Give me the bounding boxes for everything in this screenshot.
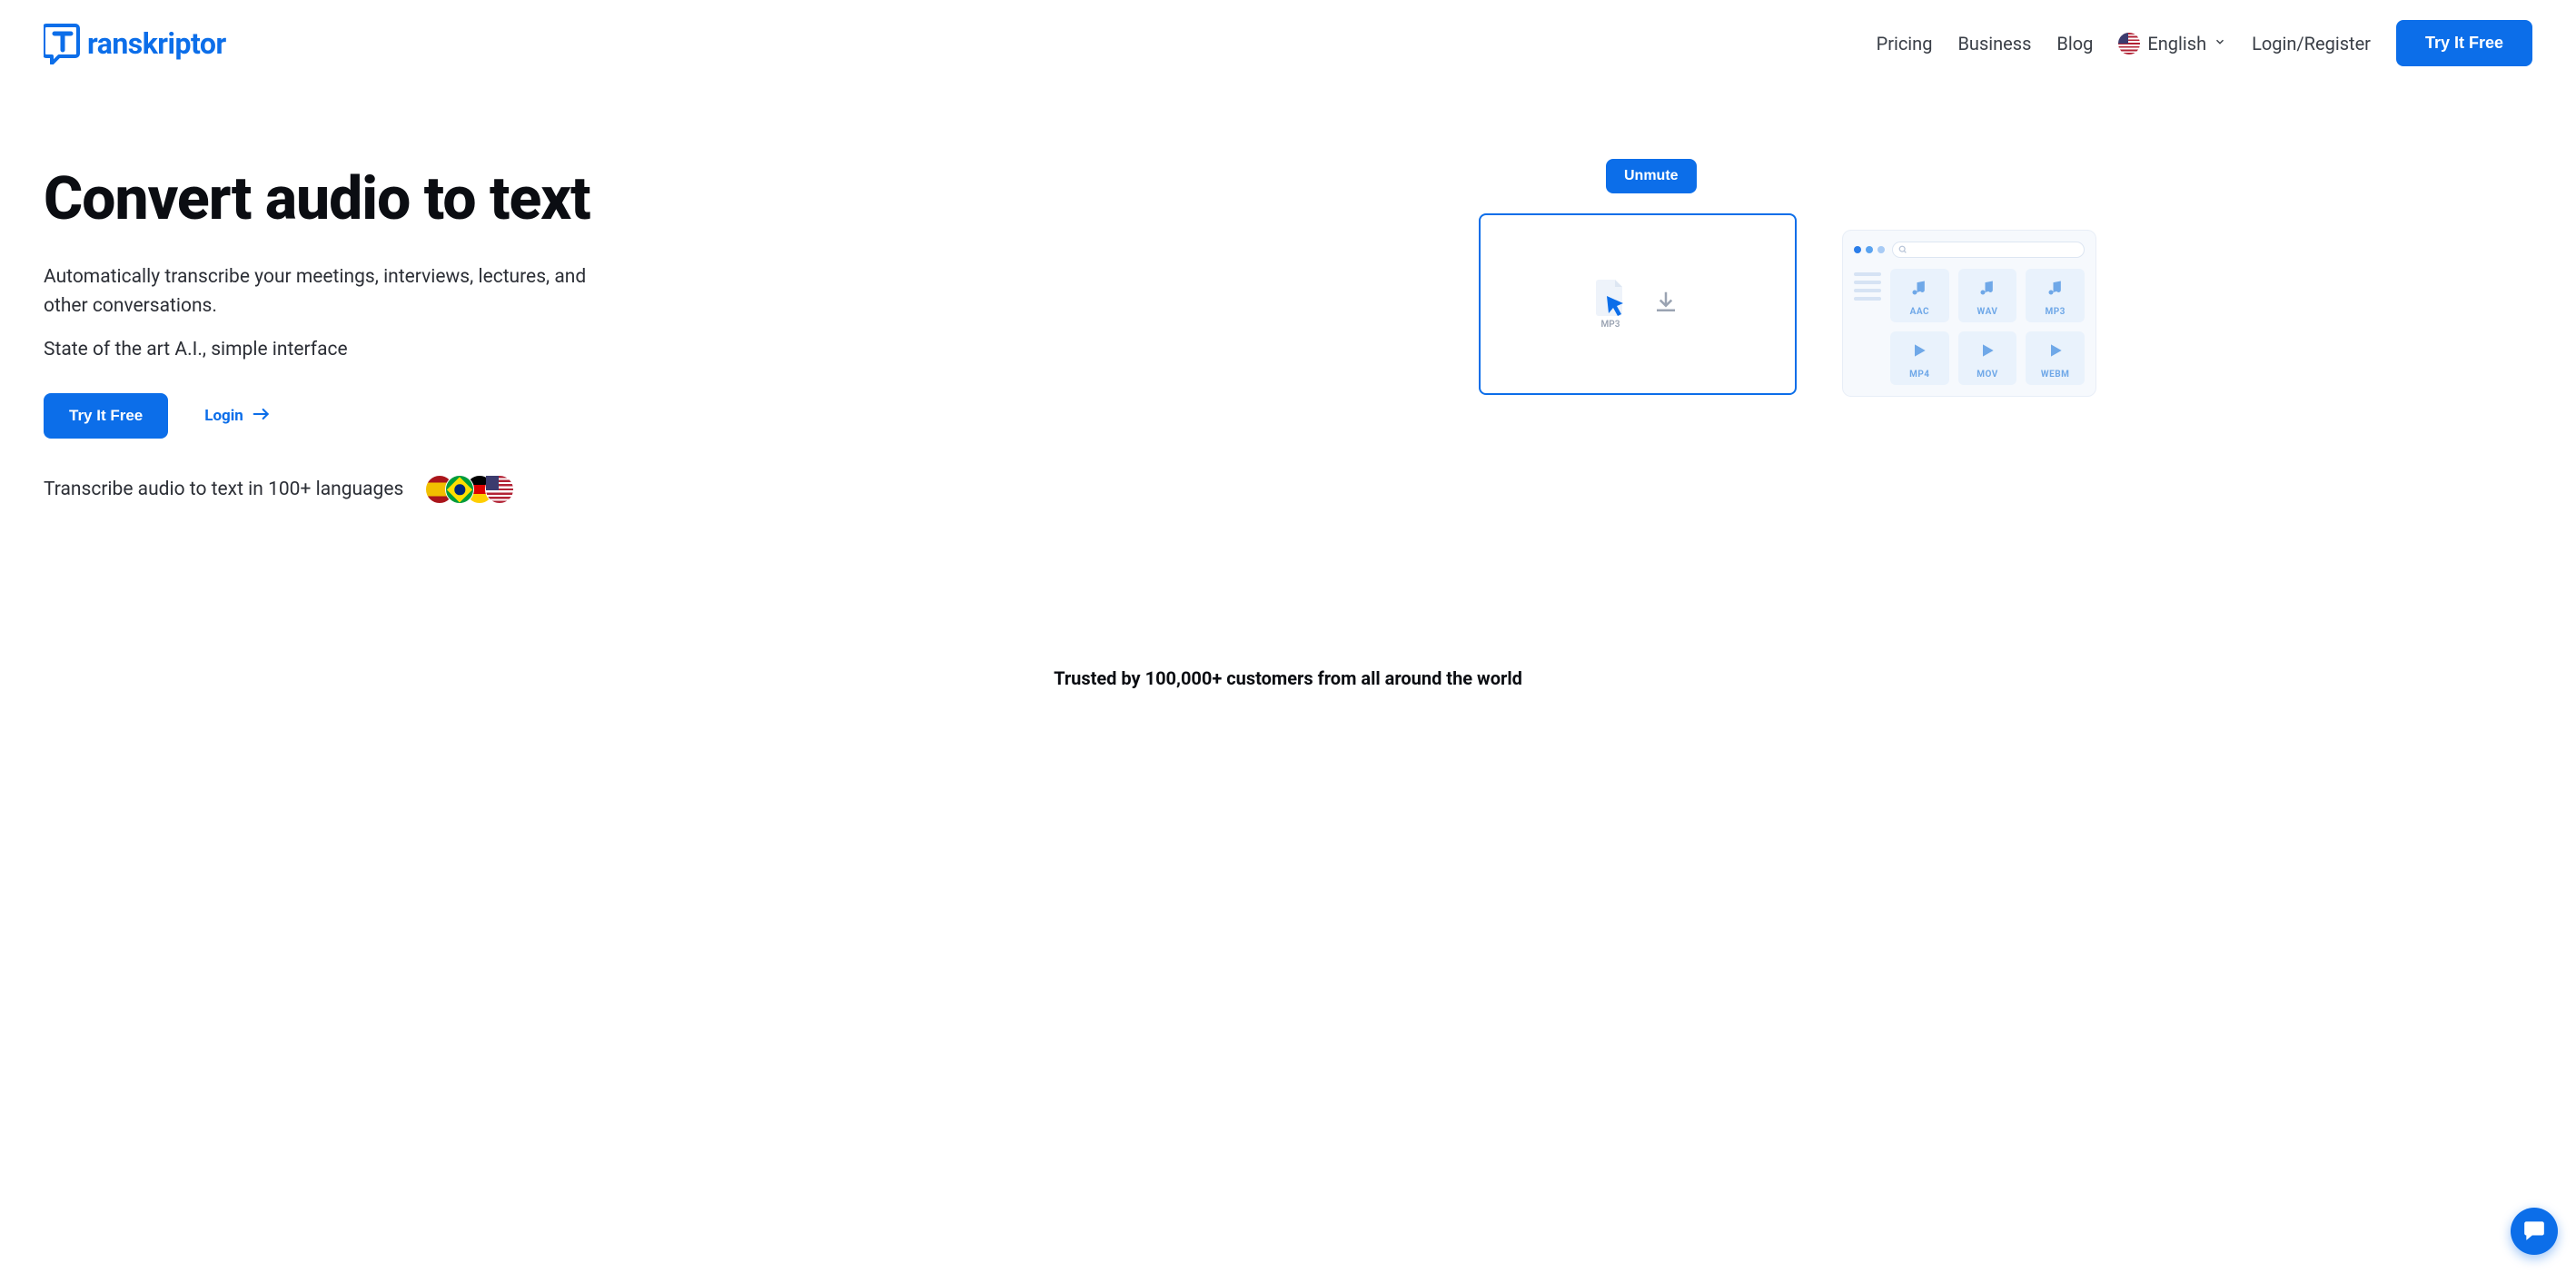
hero-try-free-button[interactable]: Try It Free [44, 393, 168, 439]
language-selector[interactable]: English [2118, 33, 2226, 54]
language-label: English [2147, 33, 2206, 54]
format-label: WAV [1977, 307, 1998, 317]
logo-text: ranskriptor [87, 26, 226, 61]
file-grid: AAC WAV MP3 [1890, 269, 2085, 385]
mp3-file-icon: MP3 [1596, 280, 1625, 330]
nav-blog[interactable]: Blog [2056, 33, 2093, 54]
window-controls [1854, 246, 1885, 253]
chat-icon [2522, 1218, 2546, 1245]
file-tile: MP3 [2026, 269, 2085, 322]
music-note-icon [1910, 278, 1928, 301]
file-browser-window: AAC WAV MP3 [1842, 230, 2096, 397]
chat-button[interactable] [2511, 1208, 2558, 1255]
chevron-down-icon [2214, 35, 2226, 52]
browser-searchbar [1892, 242, 2085, 258]
hero-login-link[interactable]: Login [204, 407, 271, 425]
file-tile: AAC [1890, 269, 1949, 322]
play-icon [2046, 340, 2065, 364]
play-icon [1910, 340, 1928, 364]
hero-left: Convert audio to text Automatically tran… [44, 141, 1288, 504]
format-label: AAC [1910, 307, 1929, 317]
browser-header [1854, 242, 2085, 258]
nav-pricing[interactable]: Pricing [1877, 33, 1933, 54]
download-icon [1652, 289, 1679, 320]
file-tile: WEBM [2026, 331, 2085, 385]
window-dot [1866, 246, 1873, 253]
hero-tagline: State of the art A.I., simple interface [44, 339, 1288, 360]
languages-info: Transcribe audio to text in 100+ languag… [44, 475, 1288, 504]
format-label: MP4 [1909, 370, 1929, 380]
browser-body: AAC WAV MP3 [1854, 269, 2085, 385]
upload-dropzone: MP3 [1479, 213, 1797, 395]
play-icon [1978, 340, 1996, 364]
header: ranskriptor Pricing Business Blog Englis… [0, 0, 2576, 86]
hero-illustration: Unmute MP3 [1324, 141, 2519, 486]
hero-actions: Try It Free Login [44, 393, 1288, 439]
nav-business[interactable]: Business [1957, 33, 2031, 54]
format-label: MOV [1977, 370, 1998, 380]
window-dot [1854, 246, 1861, 253]
nav: Pricing Business Blog English Login/Regi… [1877, 20, 2532, 66]
nav-login-register[interactable]: Login/Register [2252, 33, 2371, 54]
flag-stack [425, 475, 514, 504]
cursor-icon [1605, 294, 1627, 321]
window-dot [1878, 246, 1885, 253]
header-try-free-button[interactable]: Try It Free [2396, 20, 2532, 66]
flag-us-icon [2118, 33, 2140, 54]
logo[interactable]: ranskriptor [44, 23, 226, 64]
music-note-icon [1978, 278, 1996, 301]
format-label: WEBM [2041, 370, 2070, 380]
file-tile: MP4 [1890, 331, 1949, 385]
music-note-icon [2046, 278, 2065, 301]
file-tile: WAV [1958, 269, 2017, 322]
format-label: MP3 [2045, 307, 2065, 317]
flag-us-icon [485, 475, 514, 504]
languages-text: Transcribe audio to text in 100+ languag… [44, 479, 403, 500]
hero-subtitle: Automatically transcribe your meetings, … [44, 263, 625, 321]
unmute-button[interactable]: Unmute [1606, 159, 1697, 193]
logo-icon [44, 23, 82, 64]
hero-section: Convert audio to text Automatically tran… [0, 86, 2576, 504]
hero-title: Convert audio to text [44, 168, 1288, 231]
login-label: Login [204, 407, 243, 425]
trusted-text: Trusted by 100,000+ customers from all a… [0, 504, 2576, 689]
arrow-right-icon [253, 407, 271, 425]
browser-sidebar [1854, 269, 1881, 385]
file-tile: MOV [1958, 331, 2017, 385]
